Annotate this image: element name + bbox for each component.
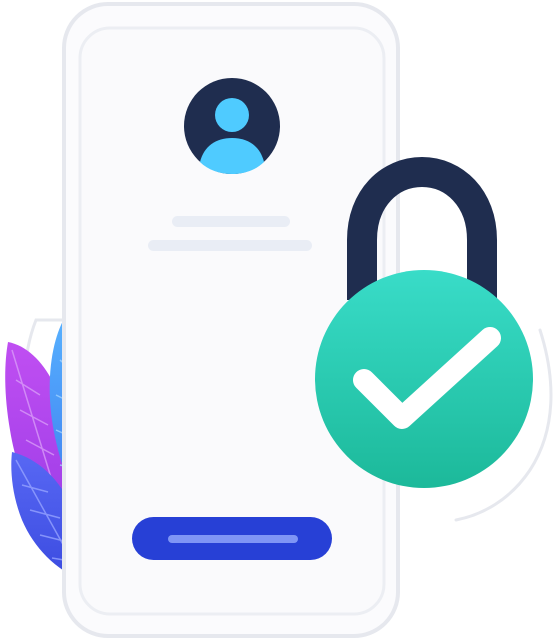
primary-action-button[interactable]	[132, 517, 332, 560]
security-illustration	[5, 2, 553, 638]
placeholder-line-name	[172, 216, 290, 227]
lock-body	[315, 270, 533, 488]
placeholder-line-detail	[148, 240, 312, 251]
avatar-head	[215, 98, 249, 132]
user-avatar-icon	[184, 78, 280, 174]
button-label-placeholder	[168, 535, 298, 543]
